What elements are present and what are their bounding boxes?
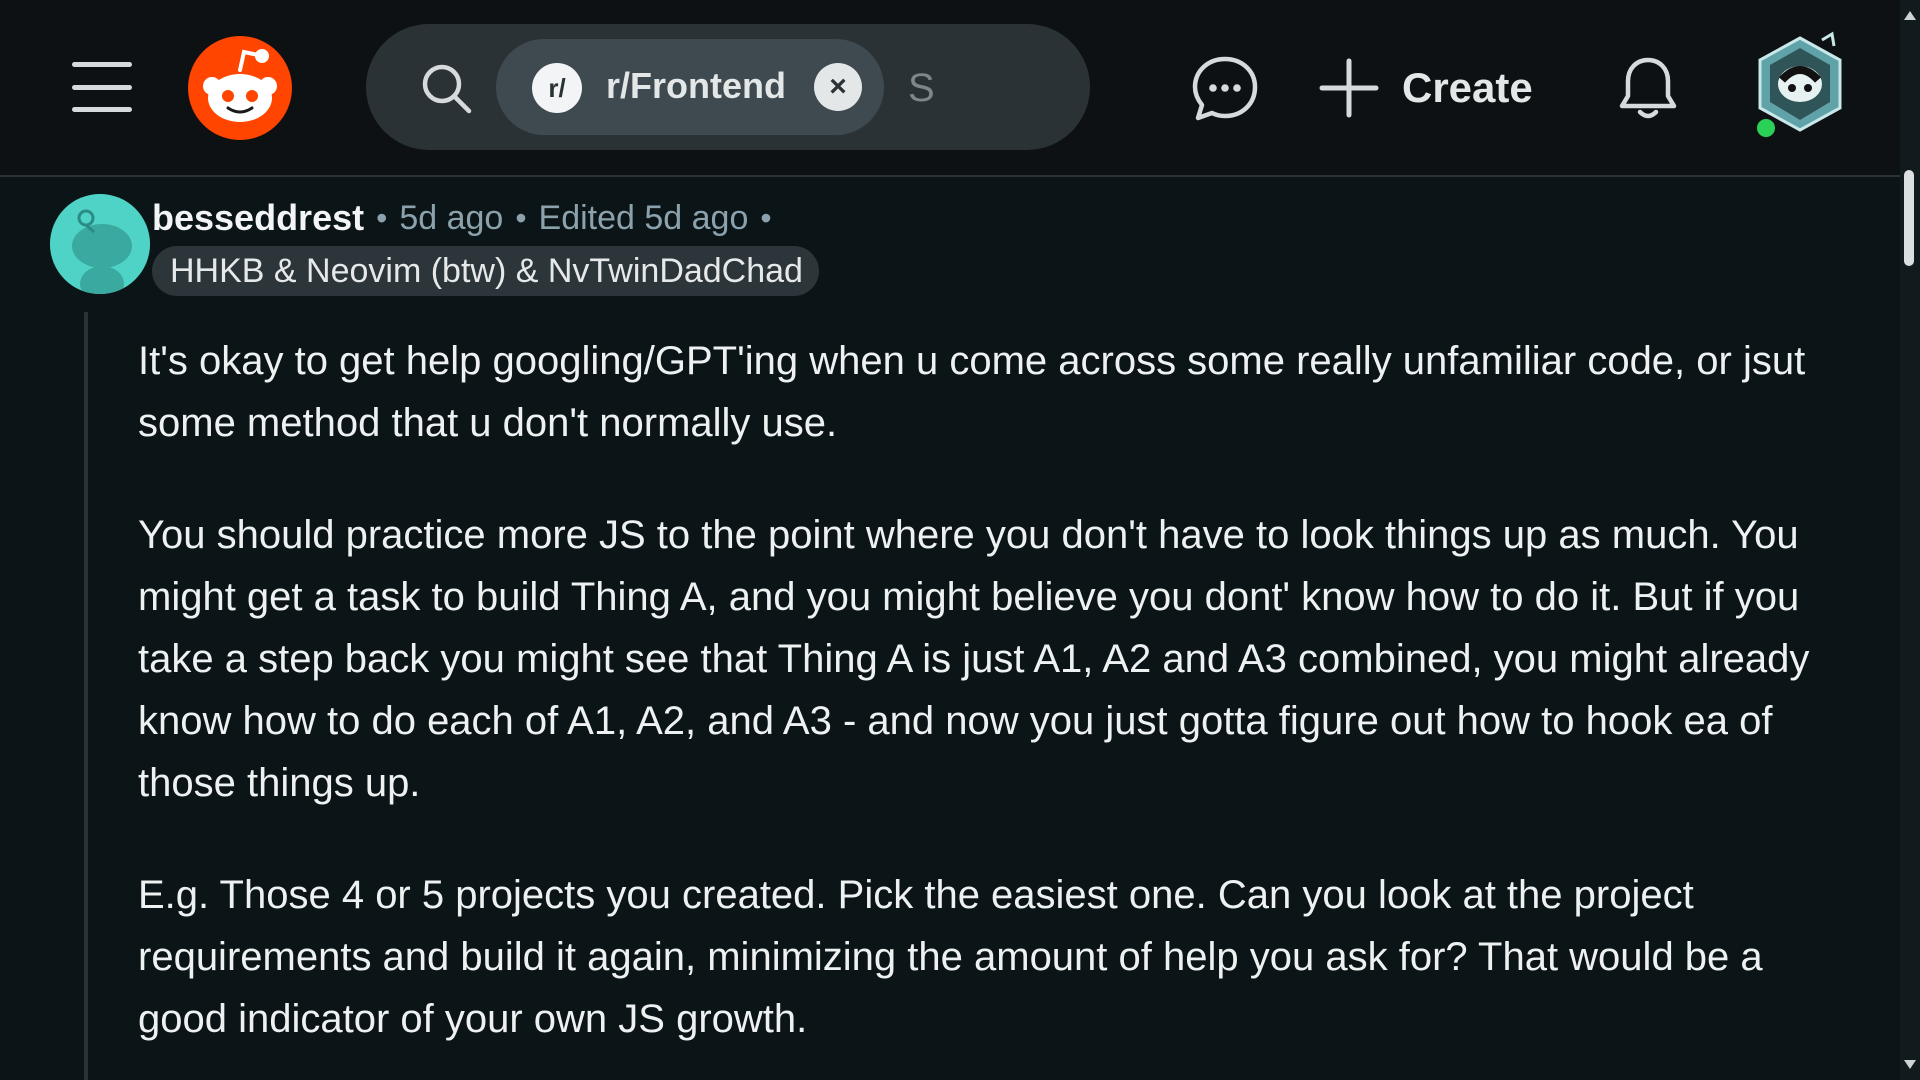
scroll-down-arrow-icon[interactable]: [1902, 1056, 1918, 1072]
top-navbar: r/ r/Frontend × Create: [0, 0, 1900, 177]
search-bar[interactable]: r/ r/Frontend ×: [366, 24, 1090, 150]
create-label: Create: [1402, 64, 1533, 111]
community-filter-chip[interactable]: r/ r/Frontend ×: [496, 39, 884, 135]
online-status-indicator: [1754, 116, 1778, 140]
app-window: r/ r/Frontend × Create: [0, 0, 1920, 1080]
bell-icon[interactable]: [1616, 54, 1680, 124]
meta-separator: •: [376, 199, 388, 236]
meta-separator: •: [515, 199, 527, 236]
close-icon[interactable]: ×: [814, 63, 862, 111]
comment-meta: besseddrest • 5d ago • Edited 5d ago •: [152, 196, 784, 240]
commenter-avatar[interactable]: [50, 194, 150, 294]
reddit-logo[interactable]: [188, 36, 292, 140]
thread-line[interactable]: [84, 312, 88, 1080]
subreddit-icon: r/: [532, 63, 582, 113]
comment-paragraph: E.g. Those 4 or 5 projects you created. …: [138, 873, 1763, 1041]
comment-timestamp[interactable]: 5d ago: [399, 199, 503, 238]
edited-timestamp: Edited 5d ago: [538, 198, 749, 237]
search-input[interactable]: [906, 54, 1070, 122]
user-flair: HHKB & Neovim (btw) & NvTwinDadChad: [152, 246, 819, 296]
scrollbar[interactable]: [1900, 0, 1920, 1080]
comment-paragraph: It's okay to get help googling/GPT'ing w…: [138, 339, 1806, 445]
meta-separator: •: [760, 199, 772, 236]
plus-icon: [1319, 58, 1379, 118]
comment-paragraph: You should practice more JS to the point…: [138, 513, 1810, 805]
hamburger-icon[interactable]: [72, 62, 132, 112]
comment-username[interactable]: besseddrest: [152, 197, 364, 239]
search-icon[interactable]: [418, 60, 474, 116]
scroll-up-arrow-icon[interactable]: [1902, 8, 1918, 24]
community-chip-label: r/Frontend: [606, 65, 786, 106]
create-button[interactable]: Create: [1318, 52, 1548, 124]
chat-icon[interactable]: [1190, 54, 1260, 124]
comment-body: It's okay to get help googling/GPT'ing w…: [138, 330, 1838, 1080]
scrollbar-thumb[interactable]: [1904, 170, 1914, 266]
